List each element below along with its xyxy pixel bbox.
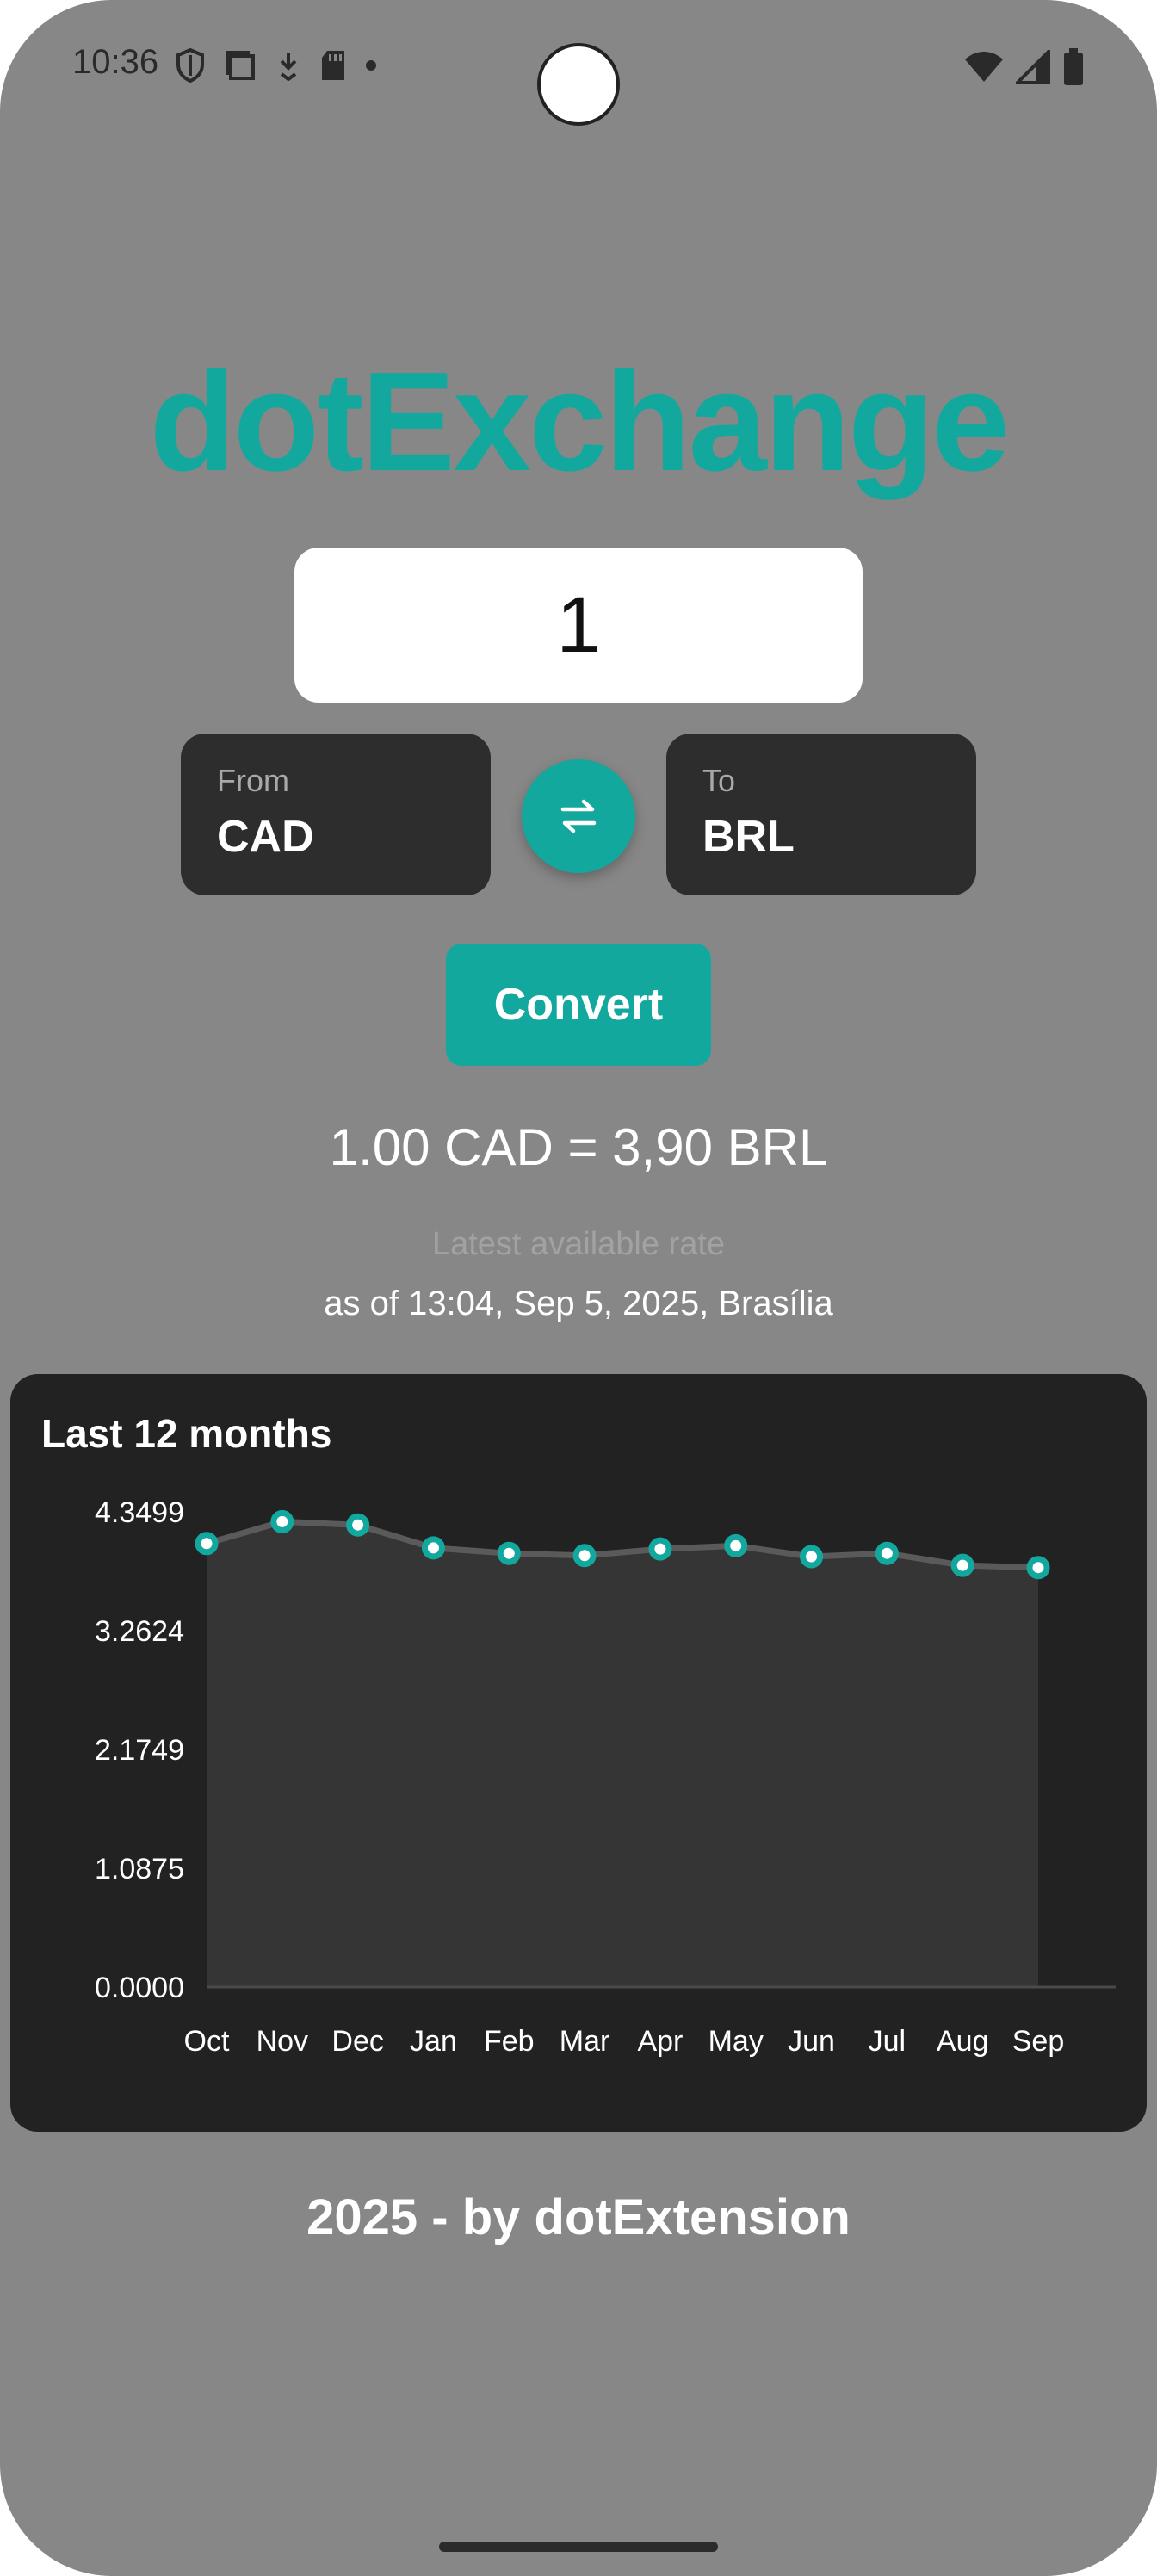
x-tick-label: Mar [560, 2025, 610, 2058]
data-point-apr[interactable] [648, 1537, 672, 1561]
y-tick-label: 3.2624 [95, 1615, 184, 1648]
phone-screen: 10:36 dotExchange From CAD To BRL Conver… [0, 0, 1157, 2576]
to-currency-selector[interactable]: To BRL [666, 734, 976, 895]
x-tick-label: Apr [637, 2025, 683, 2058]
amount-input[interactable] [294, 548, 863, 703]
x-tick-label: Jan [410, 2025, 457, 2058]
data-point-oct[interactable] [195, 1532, 219, 1556]
app-title: dotExchange [149, 343, 1011, 500]
screenshot-icon [226, 51, 255, 80]
shield-icon [176, 48, 204, 83]
x-tick-label: Dec [331, 2025, 383, 2058]
to-currency-code: BRL [702, 812, 795, 862]
swap-currencies-button[interactable] [522, 759, 635, 873]
x-tick-label: Jul [869, 2025, 906, 2058]
history-chart-card: Last 12 months 4.3499 3.2624 2.1749 1.0875 0… [10, 1374, 1147, 2132]
x-tick-label: Feb [484, 2025, 535, 2058]
home-indicator[interactable] [439, 2542, 718, 2552]
wifi-icon [965, 52, 1003, 82]
signal-icon [1016, 50, 1050, 84]
rate-label: Latest available rate [431, 1226, 726, 1262]
y-tick-label: 0.0000 [95, 1972, 184, 2004]
from-currency-code: CAD [217, 812, 314, 862]
y-tick-label: 4.3499 [95, 1496, 184, 1529]
chart-area [207, 1521, 1038, 1987]
x-tick-label: Oct [184, 2025, 230, 2058]
data-point-jan[interactable] [421, 1536, 445, 1560]
x-tick-label: Jun [788, 2025, 835, 2058]
data-point-may[interactable] [724, 1533, 748, 1557]
data-point-jun[interactable] [800, 1545, 824, 1569]
sd-card-icon [322, 51, 344, 80]
history-chart: 4.3499 3.2624 2.1749 1.0875 0.0000Oct Nov Dec J… [95, 1496, 1116, 2058]
rate-date: as of 13:04, Sep 5, 2025, Brasília [324, 1285, 833, 1322]
data-point-aug[interactable] [950, 1553, 974, 1577]
status-icons-right [964, 48, 1085, 86]
download-icon [280, 53, 297, 81]
y-tick-label: 2.1749 [95, 1734, 184, 1767]
battery-icon [1064, 48, 1083, 85]
status-time: 10:36 [72, 43, 159, 81]
data-point-dec[interactable] [346, 1513, 370, 1537]
data-point-mar[interactable] [572, 1544, 597, 1568]
x-tick-label: May [708, 2025, 764, 2058]
data-point-nov[interactable] [270, 1509, 294, 1533]
data-point-sep[interactable] [1026, 1556, 1050, 1580]
x-tick-label: Aug [937, 2025, 989, 2058]
front-camera [537, 43, 620, 126]
convert-button[interactable]: Convert [446, 944, 711, 1066]
from-currency-selector[interactable]: From CAD [181, 734, 491, 895]
from-caption: From [217, 763, 289, 798]
data-point-jul[interactable] [875, 1541, 899, 1565]
x-tick-label: Sep [1012, 2025, 1065, 2058]
to-caption: To [702, 763, 736, 798]
conversion-result: 1.00 CAD = 3,90 BRL [329, 1118, 828, 1176]
footer-credit: 2025 - by dotExtension [306, 2189, 851, 2245]
data-point-feb[interactable] [497, 1541, 521, 1565]
x-tick-label: Nov [257, 2025, 308, 2058]
y-tick-label: 1.0875 [95, 1853, 184, 1886]
status-icons-left [176, 48, 377, 83]
more-dot-icon [366, 60, 376, 71]
swap-horizontal-icon [560, 799, 597, 833]
